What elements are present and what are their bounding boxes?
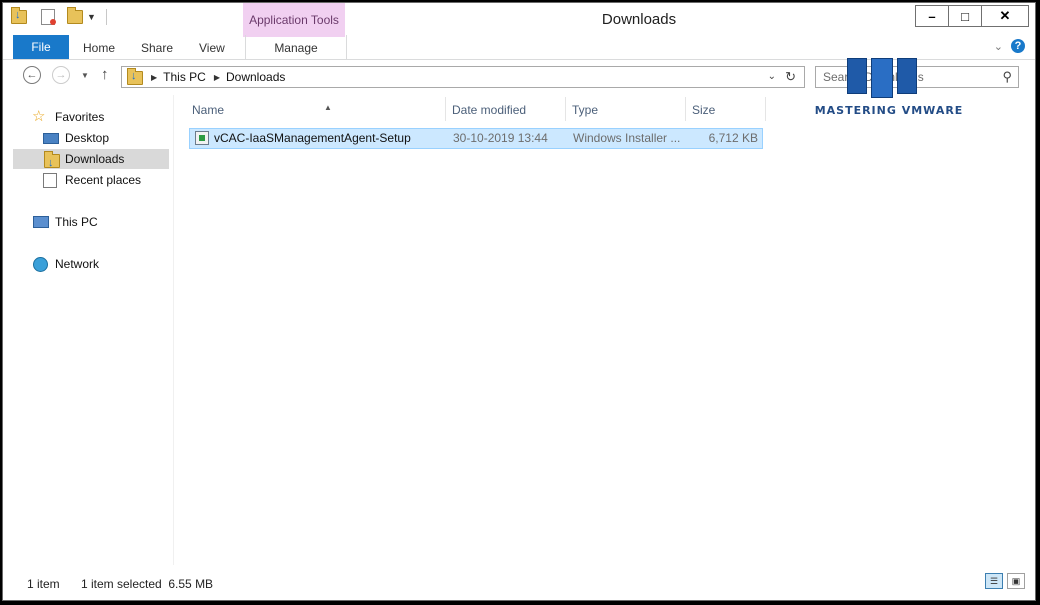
column-headers: Name ▲ Date modified Type Size <box>174 97 767 121</box>
close-button[interactable]: ✕ <box>982 5 1029 27</box>
nav-desktop-label: Desktop <box>65 131 110 145</box>
large-icons-view-icon[interactable]: ▣ <box>1007 573 1025 589</box>
nav-favorites[interactable]: ☆ Favorites <box>13 107 169 127</box>
nav-recent-places-label: Recent places <box>65 173 142 187</box>
nav-recent-places[interactable]: Recent places <box>13 170 169 190</box>
sort-ascending-icon: ▲ <box>324 103 332 112</box>
window-title: Downloads <box>601 11 677 28</box>
recent-locations-dropdown-icon[interactable]: ▼ <box>81 71 89 80</box>
server-icon <box>847 58 867 94</box>
computer-icon <box>33 216 49 228</box>
search-icon[interactable]: ⚲ <box>1002 67 1012 87</box>
column-type[interactable]: Type <box>566 97 686 121</box>
minimize-button[interactable]: – <box>915 5 949 27</box>
nav-network[interactable]: Network <box>13 254 169 274</box>
file-date: 30-10-2019 13:44 <box>453 131 548 145</box>
nav-desktop[interactable]: Desktop <box>13 128 169 148</box>
column-name[interactable]: Name ▲ <box>186 97 446 121</box>
navigation-pane: ☆ Favorites Desktop Downloads Recent pla… <box>13 95 171 565</box>
nav-downloads[interactable]: Downloads <box>13 149 169 173</box>
back-button[interactable]: ← <box>23 66 41 84</box>
ribbon-controls: ⌄ ? <box>994 39 1025 53</box>
view-switcher: ☰ ▣ <box>985 573 1025 589</box>
breadcrumb-separator-icon[interactable]: ▶ <box>214 73 220 82</box>
nav-network-label: Network <box>55 257 100 271</box>
status-bar: 1 item 1 item selected 6.55 MB <box>3 575 1035 597</box>
mastering-vmware-logo: MASTERING VMWARE <box>799 58 979 124</box>
server-icon <box>897 58 917 94</box>
up-button[interactable]: ↑ <box>101 66 109 83</box>
window-controls: – □ ✕ <box>915 5 1029 27</box>
address-bar[interactable]: ▶ This PC ▶ Downloads ⌄ ↻ <box>121 66 805 88</box>
column-date-modified[interactable]: Date modified <box>446 97 566 121</box>
help-icon[interactable]: ? <box>1011 39 1025 53</box>
file-name: vCAC-IaaSManagementAgent-Setup <box>214 131 411 145</box>
explorer-window: ▼ Application Tools Downloads – □ ✕ File… <box>2 2 1036 601</box>
star-icon: ☆ <box>32 108 46 125</box>
close-icon: ✕ <box>999 8 1011 23</box>
recent-places-icon <box>43 173 57 188</box>
column-name-label: Name <box>192 103 225 117</box>
maximize-icon: □ <box>961 8 969 24</box>
tab-manage[interactable]: Manage <box>245 35 347 59</box>
desktop-icon <box>43 133 59 144</box>
breadcrumb-separator-icon[interactable]: ▶ <box>151 73 157 82</box>
table-row[interactable]: vCAC-IaaSManagementAgent-Setup 30-10-201… <box>189 128 763 149</box>
column-size[interactable]: Size <box>686 97 766 121</box>
server-icon <box>847 58 917 98</box>
address-dropdown-icon[interactable]: ⌄ <box>768 71 776 82</box>
tab-view[interactable]: View <box>199 35 225 59</box>
nav-downloads-label: Downloads <box>65 152 125 166</box>
tab-file[interactable]: File <box>13 35 69 59</box>
tab-home[interactable]: Home <box>83 35 115 59</box>
item-count: 1 item <box>27 577 60 591</box>
downloads-folder-icon <box>44 151 60 173</box>
file-type: Windows Installer ... <box>573 131 681 145</box>
expand-ribbon-icon[interactable]: ⌄ <box>994 40 1003 53</box>
refresh-icon[interactable]: ↻ <box>785 69 796 85</box>
file-list: Name ▲ Date modified Type Size vCAC-IaaS… <box>173 95 1034 565</box>
address-folder-icon <box>127 68 143 85</box>
server-icon <box>871 58 893 98</box>
maximize-button[interactable]: □ <box>949 5 982 27</box>
installer-file-icon <box>195 131 209 145</box>
details-view-icon[interactable]: ☰ <box>985 573 1003 589</box>
title-bar: ▼ Application Tools Downloads – □ ✕ <box>3 3 1035 37</box>
ribbon-tabs: File Home Share View Manage ⌄ ? <box>3 35 1035 60</box>
network-icon <box>33 257 48 272</box>
minimize-icon: – <box>928 8 936 24</box>
selection-info: 1 item selected 6.55 MB <box>81 577 214 591</box>
nav-favorites-label: Favorites <box>55 110 105 124</box>
nav-this-pc-label: This PC <box>55 215 98 229</box>
file-size: 6,712 KB <box>708 131 758 145</box>
nav-this-pc[interactable]: This PC <box>13 212 169 232</box>
forward-button[interactable]: → <box>52 66 70 84</box>
logo-text: MASTERING VMWARE <box>814 104 964 117</box>
breadcrumb-this-pc[interactable]: This PC <box>163 70 206 84</box>
tab-share[interactable]: Share <box>141 35 173 59</box>
breadcrumb-downloads[interactable]: Downloads <box>226 70 285 84</box>
